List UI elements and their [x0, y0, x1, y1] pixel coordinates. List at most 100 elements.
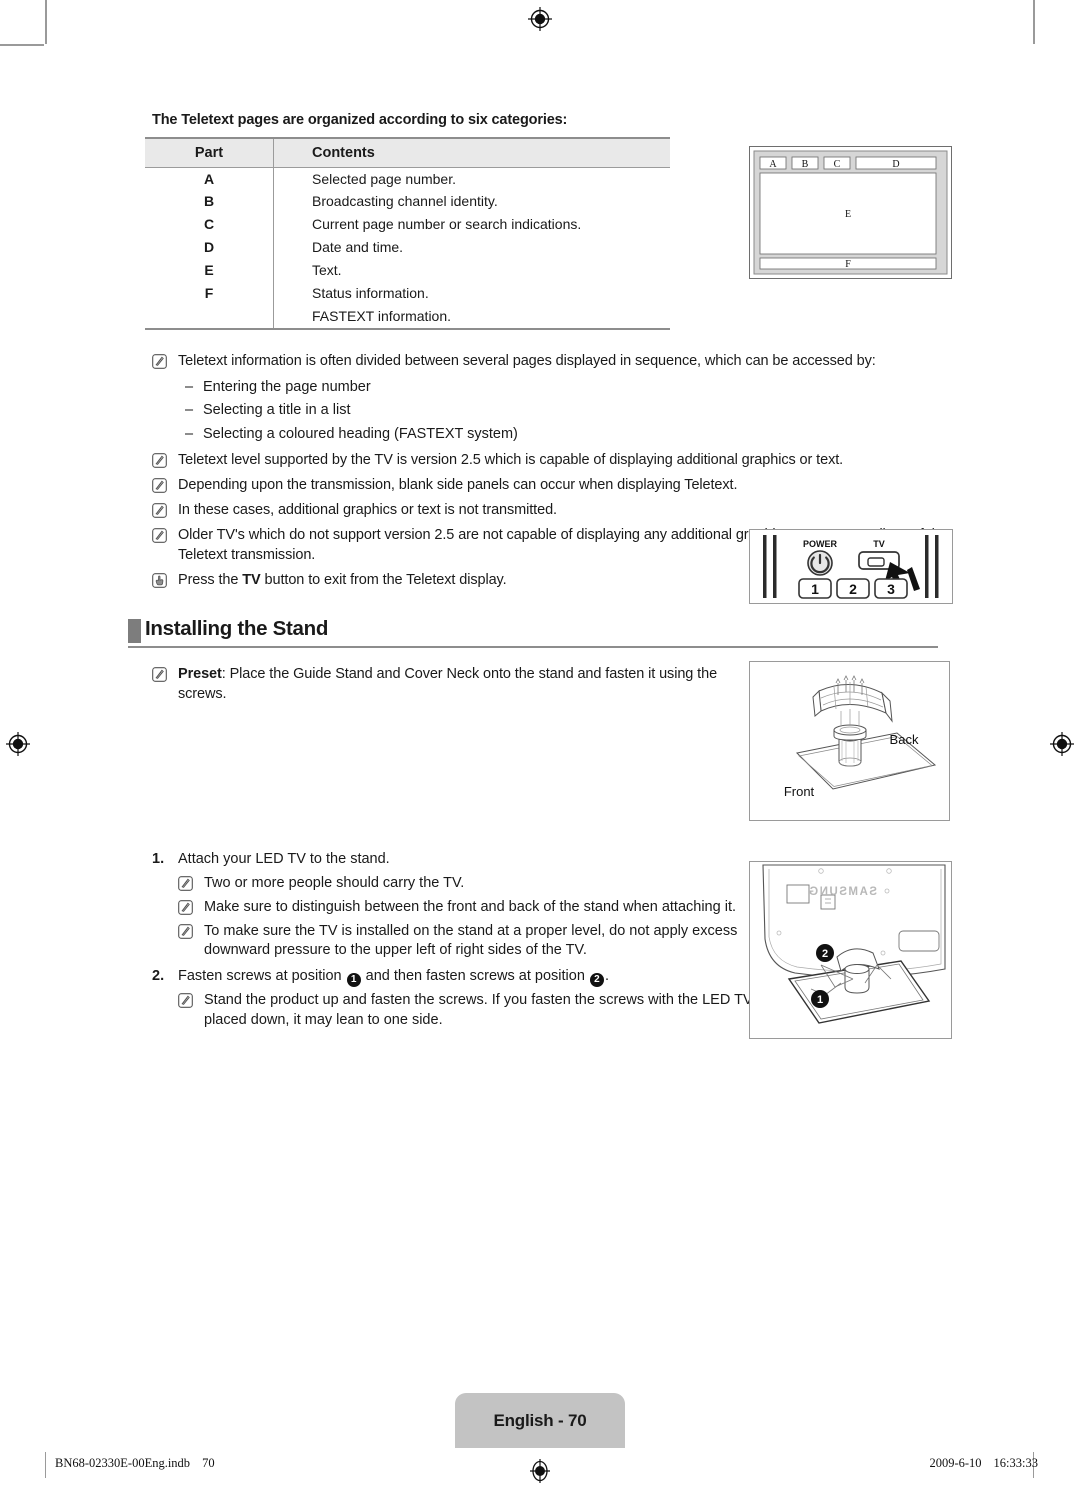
cell-contents: Selected page number. [273, 167, 670, 191]
screen-label-a: A [769, 159, 777, 170]
crop-mark-top-left-horizontal [0, 44, 44, 46]
note-text: Teletext information is often divided be… [178, 353, 876, 370]
screen-label-b: B [802, 159, 809, 170]
column-header-contents: Contents [273, 137, 670, 168]
dash-marker: – [185, 426, 194, 442]
crop-mark-top-left-vertical [45, 0, 47, 44]
step2-text-part2: and then fasten screws at position [361, 968, 589, 985]
position-marker-2: 2 [589, 973, 604, 988]
svg-text:SAMSUNG: SAMSUNG [808, 886, 877, 898]
sub-dash-item: – Selecting a coloured heading (FASTEXT … [185, 425, 955, 445]
remote-key-3: 3 [887, 581, 895, 597]
note-item: Teletext information is often divided be… [152, 352, 955, 372]
svg-text:2: 2 [822, 948, 828, 960]
intro-text: The Teletext pages are organized accordi… [152, 112, 568, 128]
section-installing-the-stand: Installing the Stand [128, 617, 955, 649]
note-text: Depending upon the transmission, blank s… [178, 476, 738, 493]
step2-text-part1: Fasten screws at position [178, 968, 346, 985]
registration-mark-top-center [527, 6, 553, 32]
stand-label-front: Front [784, 784, 815, 799]
press-suffix: button to exit from the Teletext display… [260, 572, 507, 589]
substep-text: Two or more people should carry the TV. [204, 875, 465, 892]
note-item: Teletext level supported by the TV is ve… [152, 451, 955, 471]
screen-label-d: D [892, 159, 899, 170]
substep-text: Stand the product up and fasten the scre… [204, 992, 753, 1028]
cell-part: D [203, 239, 215, 256]
footer-file-info: BN68-02330E-00Eng.indb 70 [55, 1456, 215, 1471]
cell-part: A [203, 170, 215, 187]
dash-marker: – [185, 402, 194, 419]
note-item: Depending upon the transmission, blank s… [152, 476, 955, 496]
table-body: A Selected page number. B Broadcasting cha… [145, 167, 670, 331]
note-pencil-icon [152, 452, 167, 468]
cell-contents: Status information. [273, 282, 670, 306]
cell-part: F [204, 285, 214, 302]
registration-mark-bottom-center [527, 1458, 553, 1484]
teletext-screen-figure: A B C D E F [749, 146, 952, 279]
stand-label-back: Back [890, 732, 919, 747]
footer-date: 2009-6-10 [929, 1456, 982, 1470]
footer-filename: BN68-02330E-00Eng.indb [55, 1456, 191, 1470]
cell-contents: Date and time. [273, 236, 670, 260]
page-number-tab: English - 70 [455, 1393, 625, 1448]
sub-dash-text: Selecting a title in a list [203, 402, 351, 419]
cell-part: C [203, 216, 215, 233]
stand-assembly-figure: Back Front [749, 661, 950, 821]
screen-label-c: C [834, 159, 841, 170]
cell-part: B [203, 193, 215, 210]
cell-part: E [204, 262, 214, 279]
note-item: In these cases, additional graphics or t… [152, 501, 955, 521]
crop-mark-top-right-vertical [1033, 0, 1035, 44]
footer-rule-left [45, 1452, 46, 1478]
registration-mark-right-middle [1049, 731, 1075, 757]
column-header-part: Part [145, 137, 274, 168]
cell-contents: Current page number or search indication… [273, 213, 670, 237]
hand-press-icon [152, 573, 167, 589]
note-pencil-icon [152, 478, 167, 493]
step2-text-part3: . [604, 968, 609, 985]
note-pencil-icon [178, 900, 193, 915]
svg-text:1: 1 [817, 994, 823, 1006]
table-row: F Status information. [145, 282, 670, 306]
preset-note: Preset: Place the Guide Stand and Cover … [152, 665, 727, 704]
table-header-row: Part Contents [145, 137, 670, 168]
note-text: In these cases, additional graphics or t… [178, 502, 557, 519]
footer-page-number: 70 [202, 1456, 215, 1470]
table-row: A Selected page number. [145, 167, 670, 191]
remote-tv-label: TV [873, 539, 885, 549]
tv-brand-logo: SAMSUNG [808, 886, 877, 898]
sub-dash-item: – Selecting a title in a list [185, 401, 955, 421]
note-pencil-icon [152, 667, 167, 682]
footer-time: 16:33:33 [993, 1456, 1038, 1470]
substep-text: To make sure the TV is installed on the … [204, 922, 738, 959]
step-number: 1. [152, 851, 165, 868]
preset-bold-label: Preset [178, 666, 222, 683]
note-pencil-icon [152, 354, 167, 370]
substep-item: Two or more people should carry the TV. [178, 874, 753, 894]
remote-key-2: 2 [849, 581, 857, 597]
note-text: Teletext level supported by the TV is ve… [178, 451, 844, 468]
remote-control-figure: POWER TV 1 2 3 [749, 529, 953, 604]
sub-dash-text: Entering the page number [203, 378, 371, 395]
teletext-categories-table: Part Contents A Selected page number. B Br… [145, 137, 670, 331]
dash-marker: – [185, 378, 194, 395]
step-number: 2. [152, 968, 165, 985]
registration-mark-left-middle [5, 731, 31, 757]
cell-part [145, 305, 274, 331]
cell-contents: Broadcasting channel identity. [273, 190, 670, 214]
position-marker-1: 1 [346, 973, 361, 988]
section-rule [128, 646, 938, 649]
section-marker-bar [128, 619, 141, 644]
press-bold-tv: TV [242, 572, 261, 589]
document-page: The Teletext pages are organized accordi… [0, 0, 1080, 1488]
table-row: C Current page number or search indicatio… [145, 213, 670, 237]
note-pencil-icon [152, 503, 167, 519]
note-pencil-icon [178, 923, 193, 939]
substep-item: To make sure the TV is installed on the … [178, 922, 753, 961]
table-row: E Text. [145, 259, 670, 283]
table-row: B Broadcasting channel identity. [145, 190, 670, 214]
substep-text: Make sure to distinguish between the fro… [204, 898, 736, 915]
press-prefix: Press the [178, 572, 243, 589]
footer-timestamp: 2009-6-10 16:33:33 [929, 1456, 1038, 1471]
preset-note-text: Preset: Place the Guide Stand and Cover … [178, 665, 727, 704]
